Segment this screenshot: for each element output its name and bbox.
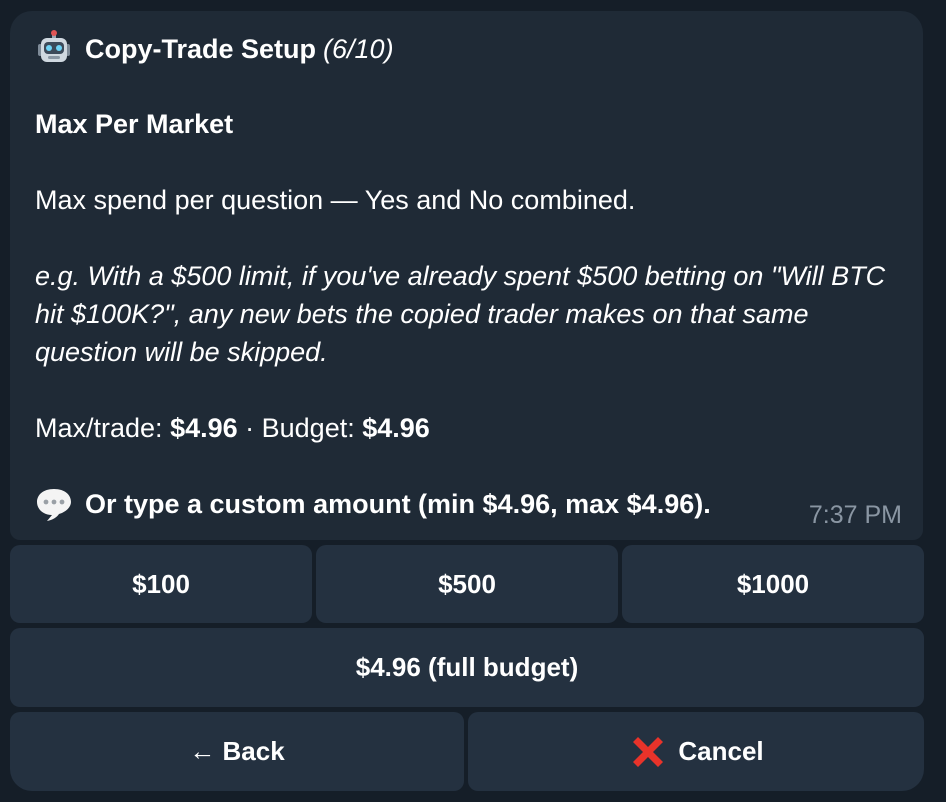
full-budget-button[interactable]: $4.96 (full budget) xyxy=(10,628,924,707)
hint-text: Or type a custom amount (min $4.96, max … xyxy=(85,489,711,519)
custom-amount-hint: Or type a custom amount (min $4.96, max … xyxy=(35,485,711,523)
message-timestamp: 7:37 PM xyxy=(808,501,902,529)
max-trade-value: $4.96 xyxy=(170,413,238,443)
budget-value: $4.96 xyxy=(362,413,430,443)
robot-icon xyxy=(35,30,73,68)
section-heading: Max Per Market xyxy=(35,109,234,139)
example-text: e.g. With a $500 limit, if you've alread… xyxy=(35,261,886,367)
limits-line: Max/trade: $4.96 · Budget: $4.96 xyxy=(35,409,430,447)
budget-label: · Budget: xyxy=(237,413,363,443)
amount-100-button[interactable]: $100 xyxy=(10,545,312,623)
bot-message: Copy-Trade Setup (6/10) Max Per Market M… xyxy=(10,11,923,540)
amount-1000-button[interactable]: $1000 xyxy=(622,545,924,623)
description-text: Max spend per question — Yes and No comb… xyxy=(35,185,636,215)
max-trade-label: Max/trade: xyxy=(35,413,171,443)
back-button[interactable]: ← Back xyxy=(10,712,464,791)
amount-500-button[interactable]: $500 xyxy=(316,545,618,623)
message-title-line: Copy-Trade Setup (6/10) xyxy=(35,30,394,68)
cancel-button[interactable]: Cancel xyxy=(468,712,924,791)
step-indicator: (6/10) xyxy=(323,34,394,64)
cancel-label: Cancel xyxy=(678,736,764,766)
message-title: Copy-Trade Setup xyxy=(85,34,317,64)
cross-mark-icon xyxy=(633,736,664,767)
speech-bubble-icon xyxy=(35,485,73,523)
